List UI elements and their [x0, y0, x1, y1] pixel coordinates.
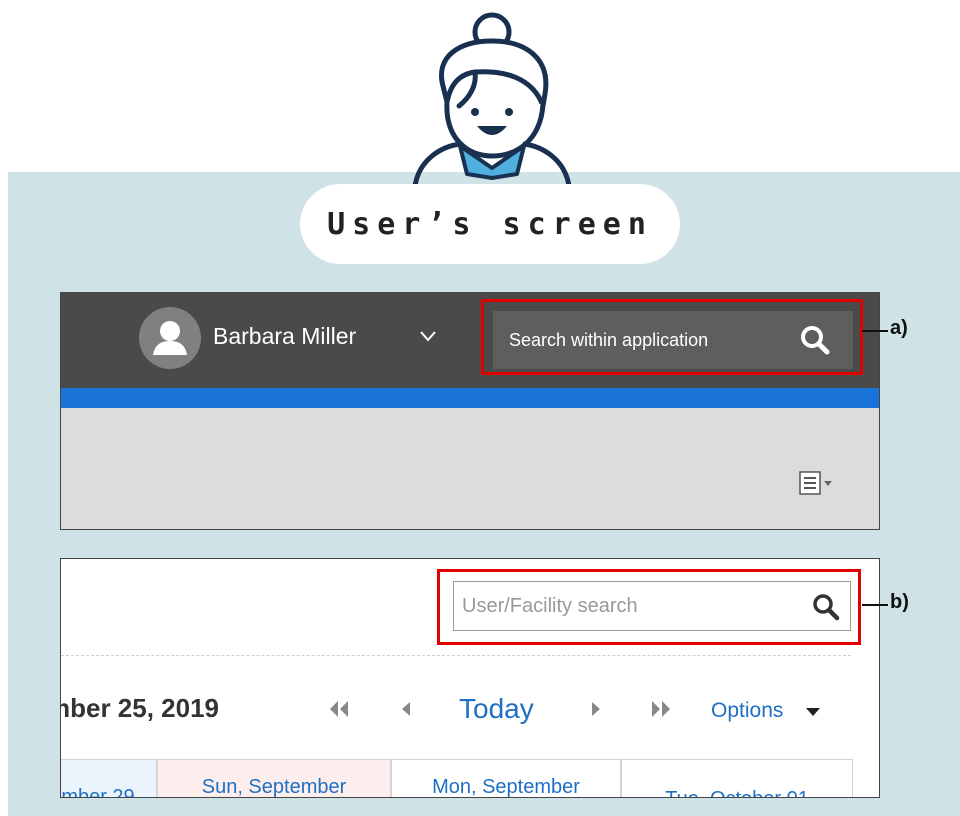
user-avatar[interactable] [139, 307, 201, 369]
search-icon[interactable] [812, 593, 840, 621]
day-header-saturday[interactable]: mber 29 [61, 759, 157, 798]
search-icon[interactable] [799, 324, 831, 356]
callout-label-b: b) [890, 591, 909, 613]
calendar-panel: User/Facility search mber 25, 2019 Today… [60, 558, 880, 798]
facility-search-placeholder: User/Facility search [462, 595, 638, 617]
double-arrow-right-icon[interactable] [649, 699, 673, 719]
day-header-monday[interactable]: Mon, September [391, 759, 621, 798]
menu-list-icon[interactable] [799, 471, 839, 495]
app-header-panel: Barbara Miller Search within application [60, 292, 880, 530]
arrow-left-icon[interactable] [399, 699, 413, 719]
arrow-right-icon[interactable] [589, 699, 603, 719]
user-name[interactable]: Barbara Miller [213, 323, 356, 350]
day-header-sunday[interactable]: Sun, September [157, 759, 391, 798]
day-header-tuesday[interactable]: Tue, October 01 [621, 759, 853, 797]
divider [61, 655, 851, 656]
app-search-placeholder: Search within application [509, 330, 709, 350]
person-icon [153, 321, 187, 355]
double-arrow-left-icon[interactable] [327, 699, 351, 719]
screen-label: User’s screen [300, 184, 680, 264]
day-label: Tue, October 01 [622, 788, 852, 797]
caret-down-icon[interactable] [805, 707, 821, 717]
date-title: mber 25, 2019 [60, 693, 220, 723]
header-accent-bar [61, 388, 879, 408]
facility-search-input[interactable]: User/Facility search [453, 581, 851, 631]
callout-label-a: a) [890, 317, 908, 339]
today-button[interactable]: Today [459, 693, 534, 725]
day-label: Sun, September [201, 776, 347, 798]
woman-illustration-icon [412, 12, 572, 186]
day-label: mber 29 [61, 786, 135, 798]
options-button[interactable]: Options [711, 699, 783, 723]
callout-line-a [862, 330, 888, 332]
app-search-input[interactable]: Search within application [493, 311, 853, 369]
callout-line-b [862, 604, 888, 606]
chevron-down-icon[interactable] [419, 329, 437, 343]
day-label: Mon, September [432, 776, 580, 798]
